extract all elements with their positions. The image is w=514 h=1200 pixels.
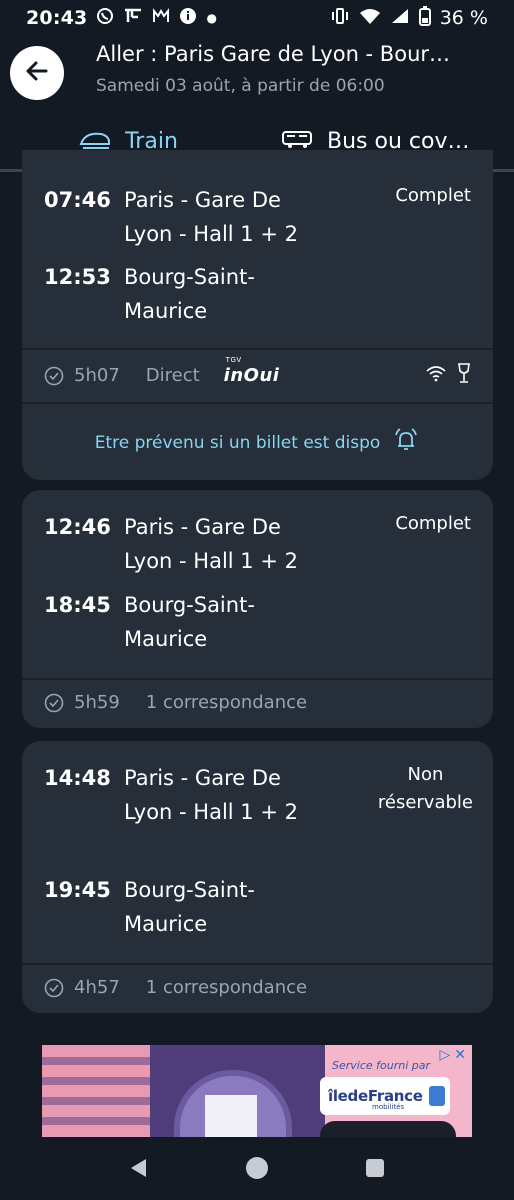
departure-time: 14:48	[44, 766, 111, 790]
nav-recents-icon[interactable]	[364, 1157, 386, 1183]
divider	[22, 963, 493, 965]
divider	[22, 348, 493, 350]
availability-status: Complet	[395, 513, 471, 534]
availability-status: Complet	[395, 185, 471, 206]
ad-cta-button[interactable]	[320, 1121, 456, 1137]
news-app-icon	[123, 7, 143, 29]
app-header: Aller : Paris Gare de Lyon - Bour… Samed…	[0, 36, 514, 114]
ad-window	[205, 1095, 257, 1137]
journey-card[interactable]: 14:48 Paris - Gare De Lyon - Hall 1 + 2 …	[22, 741, 493, 1013]
page-subtitle: Samedi 03 août, à partir de 06:00	[96, 76, 385, 96]
arrival-stop: 12:53 Bourg-Saint-Maurice	[44, 260, 334, 328]
arrival-time: 12:53	[44, 265, 111, 289]
signal-icon	[390, 7, 410, 29]
tgv-tag: TGV	[225, 356, 242, 364]
journey-card[interactable]: 12:46 Paris - Gare De Lyon - Hall 1 + 2 …	[22, 490, 493, 728]
divider	[22, 678, 493, 680]
wine-glass-icon	[457, 362, 471, 389]
wifi-status-icon	[359, 7, 381, 29]
clock-icon	[44, 693, 64, 713]
journey-duration: 5h07	[74, 365, 120, 386]
journey-info: 5h07 Direct TGV inOui	[44, 356, 471, 389]
journey-card[interactable]: 07:46 Paris - Gare De Lyon - Hall 1 + 2 …	[22, 150, 493, 480]
arrival-station: Bourg-Saint-Maurice	[124, 878, 255, 936]
availability-status: Non réservable	[378, 761, 473, 817]
notification-dot-icon: ●	[206, 11, 217, 25]
status-bar: 20:43 ● 36 %	[0, 0, 514, 36]
ad-logo: îledeFrance mobilités	[320, 1077, 450, 1115]
arrival-station: Bourg-Saint-Maurice	[124, 265, 255, 323]
departure-stop: 12:46 Paris - Gare De Lyon - Hall 1 + 2	[44, 510, 334, 578]
status-line-1: Non	[407, 764, 444, 785]
arrival-station: Bourg-Saint-Maurice	[124, 593, 255, 651]
journey-type: 1 correspondance	[145, 977, 308, 998]
departure-stop: 07:46 Paris - Gare De Lyon - Hall 1 + 2	[44, 183, 334, 251]
whatsapp-icon	[96, 7, 114, 29]
journey-type: Direct	[145, 365, 200, 386]
adchoices-icon[interactable]: ▷	[439, 1047, 450, 1063]
info-icon	[179, 7, 197, 29]
departure-station: Paris - Gare De Lyon - Hall 1 + 2	[124, 515, 298, 573]
departure-time: 12:46	[44, 515, 111, 539]
departure-station: Paris - Gare De Lyon - Hall 1 + 2	[124, 766, 298, 824]
clock-icon	[44, 978, 64, 998]
arrival-stop: 18:45 Bourg-Saint-Maurice	[44, 588, 334, 656]
ad-service-text: Service fourni par	[332, 1059, 431, 1072]
android-nav-bar	[0, 1140, 514, 1200]
arrival-time: 18:45	[44, 593, 111, 617]
arrival-time: 19:45	[44, 878, 111, 902]
back-button[interactable]	[10, 46, 64, 100]
arrival-stop: 19:45 Bourg-Saint-Maurice	[44, 873, 334, 941]
status-time: 20:43	[26, 7, 88, 29]
battery-level: 36 %	[439, 7, 488, 29]
journey-duration: 5h59	[74, 692, 120, 713]
departure-stop: 14:48 Paris - Gare De Lyon - Hall 1 + 2	[44, 761, 314, 829]
notify-availability-button[interactable]: Etre prévenu si un billet est dispo	[22, 426, 493, 459]
departure-station: Paris - Gare De Lyon - Hall 1 + 2	[124, 188, 298, 246]
nav-home-icon[interactable]	[245, 1156, 269, 1184]
vibrate-icon	[330, 7, 350, 29]
journey-duration: 4h57	[74, 977, 120, 998]
journey-info: 4h57 1 correspondance	[44, 977, 471, 998]
amenities	[425, 362, 471, 389]
battery-icon	[418, 6, 431, 30]
lemonde-icon	[152, 7, 170, 29]
status-line-2: réservable	[377, 792, 473, 813]
arrow-left-icon	[24, 58, 50, 88]
clock-icon	[44, 366, 64, 386]
close-icon[interactable]: ✕	[454, 1047, 466, 1063]
ad-controls[interactable]: ▷ ✕	[439, 1047, 466, 1063]
accessibility-icon	[428, 1086, 445, 1106]
ad-brand-sub: mobilités	[372, 1103, 405, 1111]
departure-time: 07:46	[44, 188, 111, 212]
ad-banner[interactable]: Service fourni par îledeFrance mobilités…	[42, 1045, 472, 1137]
ad-stripes	[42, 1045, 150, 1137]
notify-label: Etre prévenu si un billet est dispo	[94, 432, 381, 453]
operator-name: inOui	[223, 365, 280, 386]
wifi-icon	[425, 364, 447, 387]
inoui-logo: TGV inOui	[223, 356, 280, 386]
journey-type: 1 correspondance	[145, 692, 308, 713]
nav-back-icon[interactable]	[128, 1157, 150, 1183]
bell-ring-icon	[392, 426, 420, 459]
journey-info: 5h59 1 correspondance	[44, 692, 471, 713]
page-title: Aller : Paris Gare de Lyon - Bour…	[96, 42, 451, 66]
divider	[22, 402, 493, 404]
